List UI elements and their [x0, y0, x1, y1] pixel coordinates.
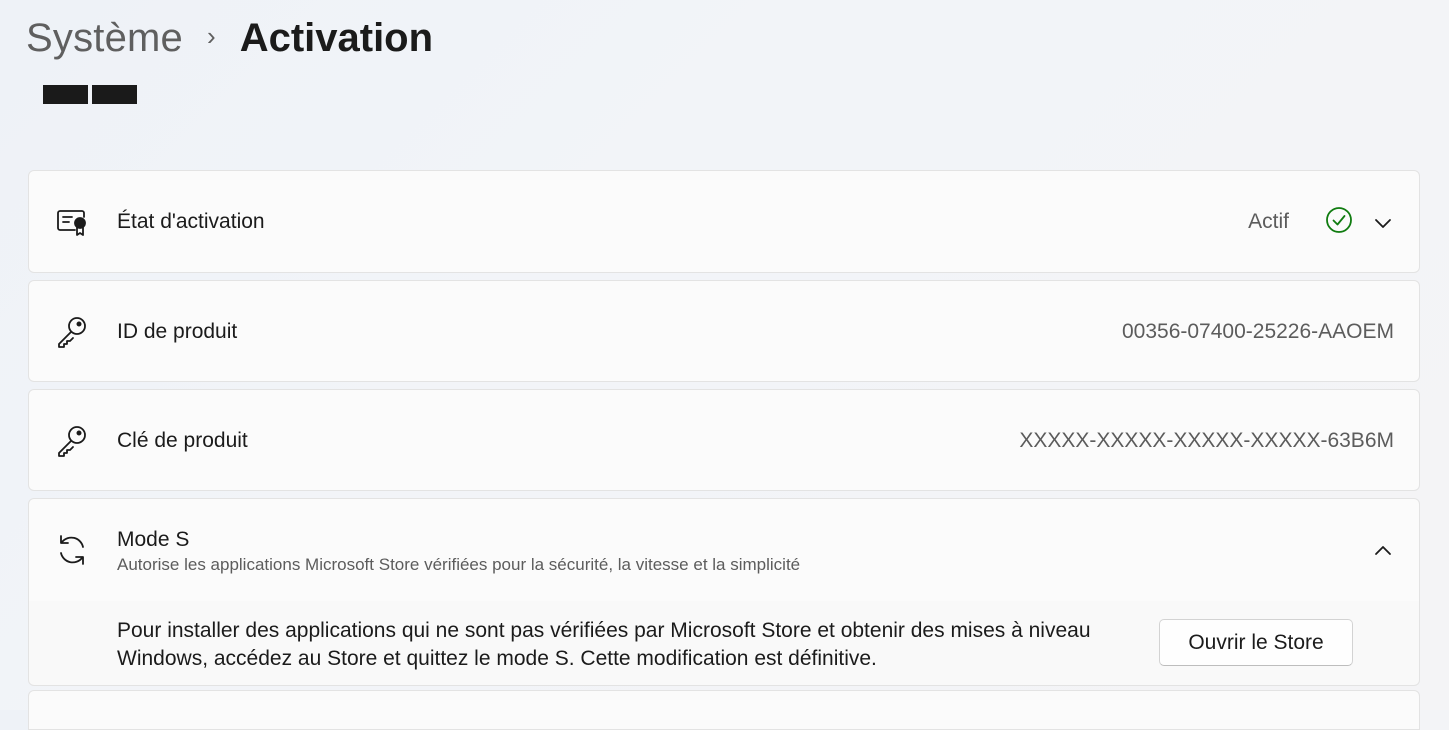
breadcrumb-separator-icon: › — [207, 20, 216, 51]
next-card — [28, 690, 1420, 730]
redacted-block — [43, 85, 88, 104]
sync-icon — [55, 533, 89, 567]
activation-state-card[interactable]: État d'activation Actif — [28, 170, 1420, 273]
key-icon — [55, 424, 89, 458]
s-mode-details: Pour installer des applications qui ne s… — [28, 601, 1420, 686]
s-mode-card[interactable]: Mode S Autorise les applications Microso… — [28, 498, 1420, 602]
chevron-up-icon[interactable] — [1371, 539, 1395, 563]
key-icon — [55, 315, 89, 349]
product-key-value[interactable]: XXXXX-XXXXX-XXXXX-XXXXX-63B6M — [1019, 429, 1394, 453]
breadcrumb: Système › Activation — [26, 10, 433, 66]
product-id-title: ID de produit — [117, 320, 238, 343]
activation-state-value: Actif — [1248, 210, 1289, 233]
open-store-button[interactable]: Ouvrir le Store — [1159, 619, 1353, 666]
product-id-card: ID de produit 00356-07400-25226-AAOEM — [28, 280, 1420, 382]
product-key-title: Clé de produit — [117, 429, 248, 452]
s-mode-description-line: Pour installer des applications qui ne s… — [117, 619, 1091, 642]
s-mode-subtitle: Autorise les applications Microsoft Stor… — [117, 555, 801, 574]
redacted-block — [92, 85, 137, 104]
product-key-card: Clé de produit XXXXX-XXXXX-XXXXX-XXXXX-6… — [28, 389, 1420, 491]
chevron-down-icon[interactable] — [1371, 211, 1395, 235]
page-title: Activation — [239, 15, 434, 60]
activation-state-title: État d'activation — [117, 210, 265, 233]
breadcrumb-parent[interactable]: Système — [26, 16, 183, 61]
check-circle-icon — [1325, 206, 1353, 234]
s-mode-title: Mode S — [117, 528, 190, 551]
s-mode-description: Pour installer des applications qui ne s… — [117, 617, 1117, 673]
certificate-icon — [55, 205, 89, 239]
s-mode-description-line: Windows, accédez au Store et quittez le … — [117, 647, 877, 670]
product-id-value[interactable]: 00356-07400-25226-AAOEM — [1122, 320, 1394, 344]
